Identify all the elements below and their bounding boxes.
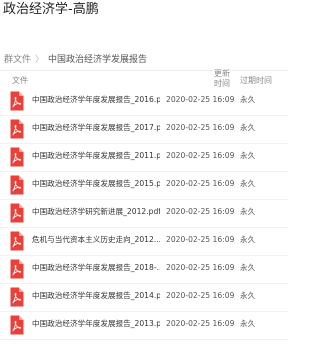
- file-expire-time: 永久: [240, 319, 256, 328]
- file-name: 危机与当代资本主义历史走向_2012....: [32, 235, 160, 244]
- breadcrumb-root-link[interactable]: 群文件: [4, 52, 31, 65]
- file-row[interactable]: 中国政治经济学年度发展报告_2015.p... 2020-02-25 16:09…: [0, 172, 288, 200]
- file-updated-time: 2020-02-25 16:09: [166, 235, 235, 244]
- file-name: 中国政治经济学年度发展报告_2016.p...: [32, 95, 160, 104]
- file-updated-time: 2020-02-25 16:09: [166, 207, 235, 216]
- file-updated-time: 2020-02-25 16:09: [166, 263, 235, 272]
- breadcrumb-current-folder: 中国政治经济学发展报告: [48, 54, 148, 65]
- file-expire-time: 永久: [240, 235, 256, 244]
- file-row[interactable]: 中国政治经济学年度发展报告_2018-... 2020-02-25 16:09 …: [0, 256, 288, 284]
- breadcrumb: 群文件 〉 中国政治经济学发展报告: [4, 51, 147, 65]
- header-divider: [0, 70, 288, 71]
- column-header-expire[interactable]: 过期时间: [240, 76, 272, 86]
- file-row[interactable]: 中国政治经济学年度发展报告_2016.p... 2020-02-25 16:09…: [0, 88, 288, 116]
- file-expire-time: 永久: [240, 95, 256, 104]
- file-updated-time: 2020-02-25 16:09: [166, 151, 235, 160]
- file-row[interactable]: 中国政治经济学年度发展报告_2013.p... 2020-02-25 16:09…: [0, 312, 288, 340]
- file-expire-time: 永久: [240, 263, 256, 272]
- page-title: 政治经济学-高鹏: [3, 2, 99, 17]
- pdf-icon: [10, 147, 24, 167]
- pdf-icon: [10, 203, 24, 223]
- file-updated-time: 2020-02-25 16:09: [166, 95, 235, 104]
- file-row[interactable]: 中国政治经济学年度发展报告_2011.p... 2020-02-25 16:09…: [0, 144, 288, 172]
- column-header-updated[interactable]: 更新时间: [214, 69, 234, 89]
- pdf-icon: [10, 259, 24, 279]
- file-updated-time: 2020-02-25 16:09: [166, 123, 235, 132]
- pdf-icon: [10, 231, 24, 251]
- file-expire-time: 永久: [240, 123, 256, 132]
- file-updated-time: 2020-02-25 16:09: [166, 291, 235, 300]
- file-expire-time: 永久: [240, 179, 256, 188]
- file-updated-time: 2020-02-25 16:09: [166, 319, 235, 328]
- file-row[interactable]: 中国政治经济学研究新进展_2012.pdf 2020-02-25 16:09 永…: [0, 200, 288, 228]
- file-row[interactable]: 中国政治经济学年度发展报告_2014.p... 2020-02-25 16:09…: [0, 284, 288, 312]
- file-row[interactable]: 危机与当代资本主义历史走向_2012.... 2020-02-25 16:09 …: [0, 228, 288, 256]
- file-name: 中国政治经济学年度发展报告_2014.p...: [32, 291, 160, 300]
- file-name: 中国政治经济学年度发展报告_2018-...: [32, 263, 160, 272]
- file-name: 中国政治经济学年度发展报告_2011.p...: [32, 151, 160, 160]
- pdf-icon: [10, 315, 24, 335]
- file-name: 中国政治经济学年度发展报告_2013.p...: [32, 319, 160, 328]
- file-browser-window: 政治经济学-高鹏 群文件 〉 中国政治经济学发展报告 文件 更新时间 过期时间 …: [0, 0, 288, 346]
- file-expire-time: 永久: [240, 151, 256, 160]
- pdf-icon: [10, 91, 24, 111]
- column-header-name[interactable]: 文件: [12, 76, 28, 86]
- file-updated-time: 2020-02-25 16:09: [166, 179, 235, 188]
- file-expire-time: 永久: [240, 207, 256, 216]
- file-list: 中国政治经济学年度发展报告_2016.p... 2020-02-25 16:09…: [0, 88, 288, 340]
- file-name: 中国政治经济学年度发展报告_2015.p...: [32, 179, 160, 188]
- pdf-icon: [10, 175, 24, 195]
- file-expire-time: 永久: [240, 291, 256, 300]
- breadcrumb-separator: 〉: [35, 54, 45, 65]
- pdf-icon: [10, 119, 24, 139]
- file-row[interactable]: 中国政治经济学年度发展报告_2017.p... 2020-02-25 16:09…: [0, 116, 288, 144]
- file-name: 中国政治经济学研究新进展_2012.pdf: [32, 207, 160, 216]
- pdf-icon: [10, 287, 24, 307]
- file-name: 中国政治经济学年度发展报告_2017.p...: [32, 123, 160, 132]
